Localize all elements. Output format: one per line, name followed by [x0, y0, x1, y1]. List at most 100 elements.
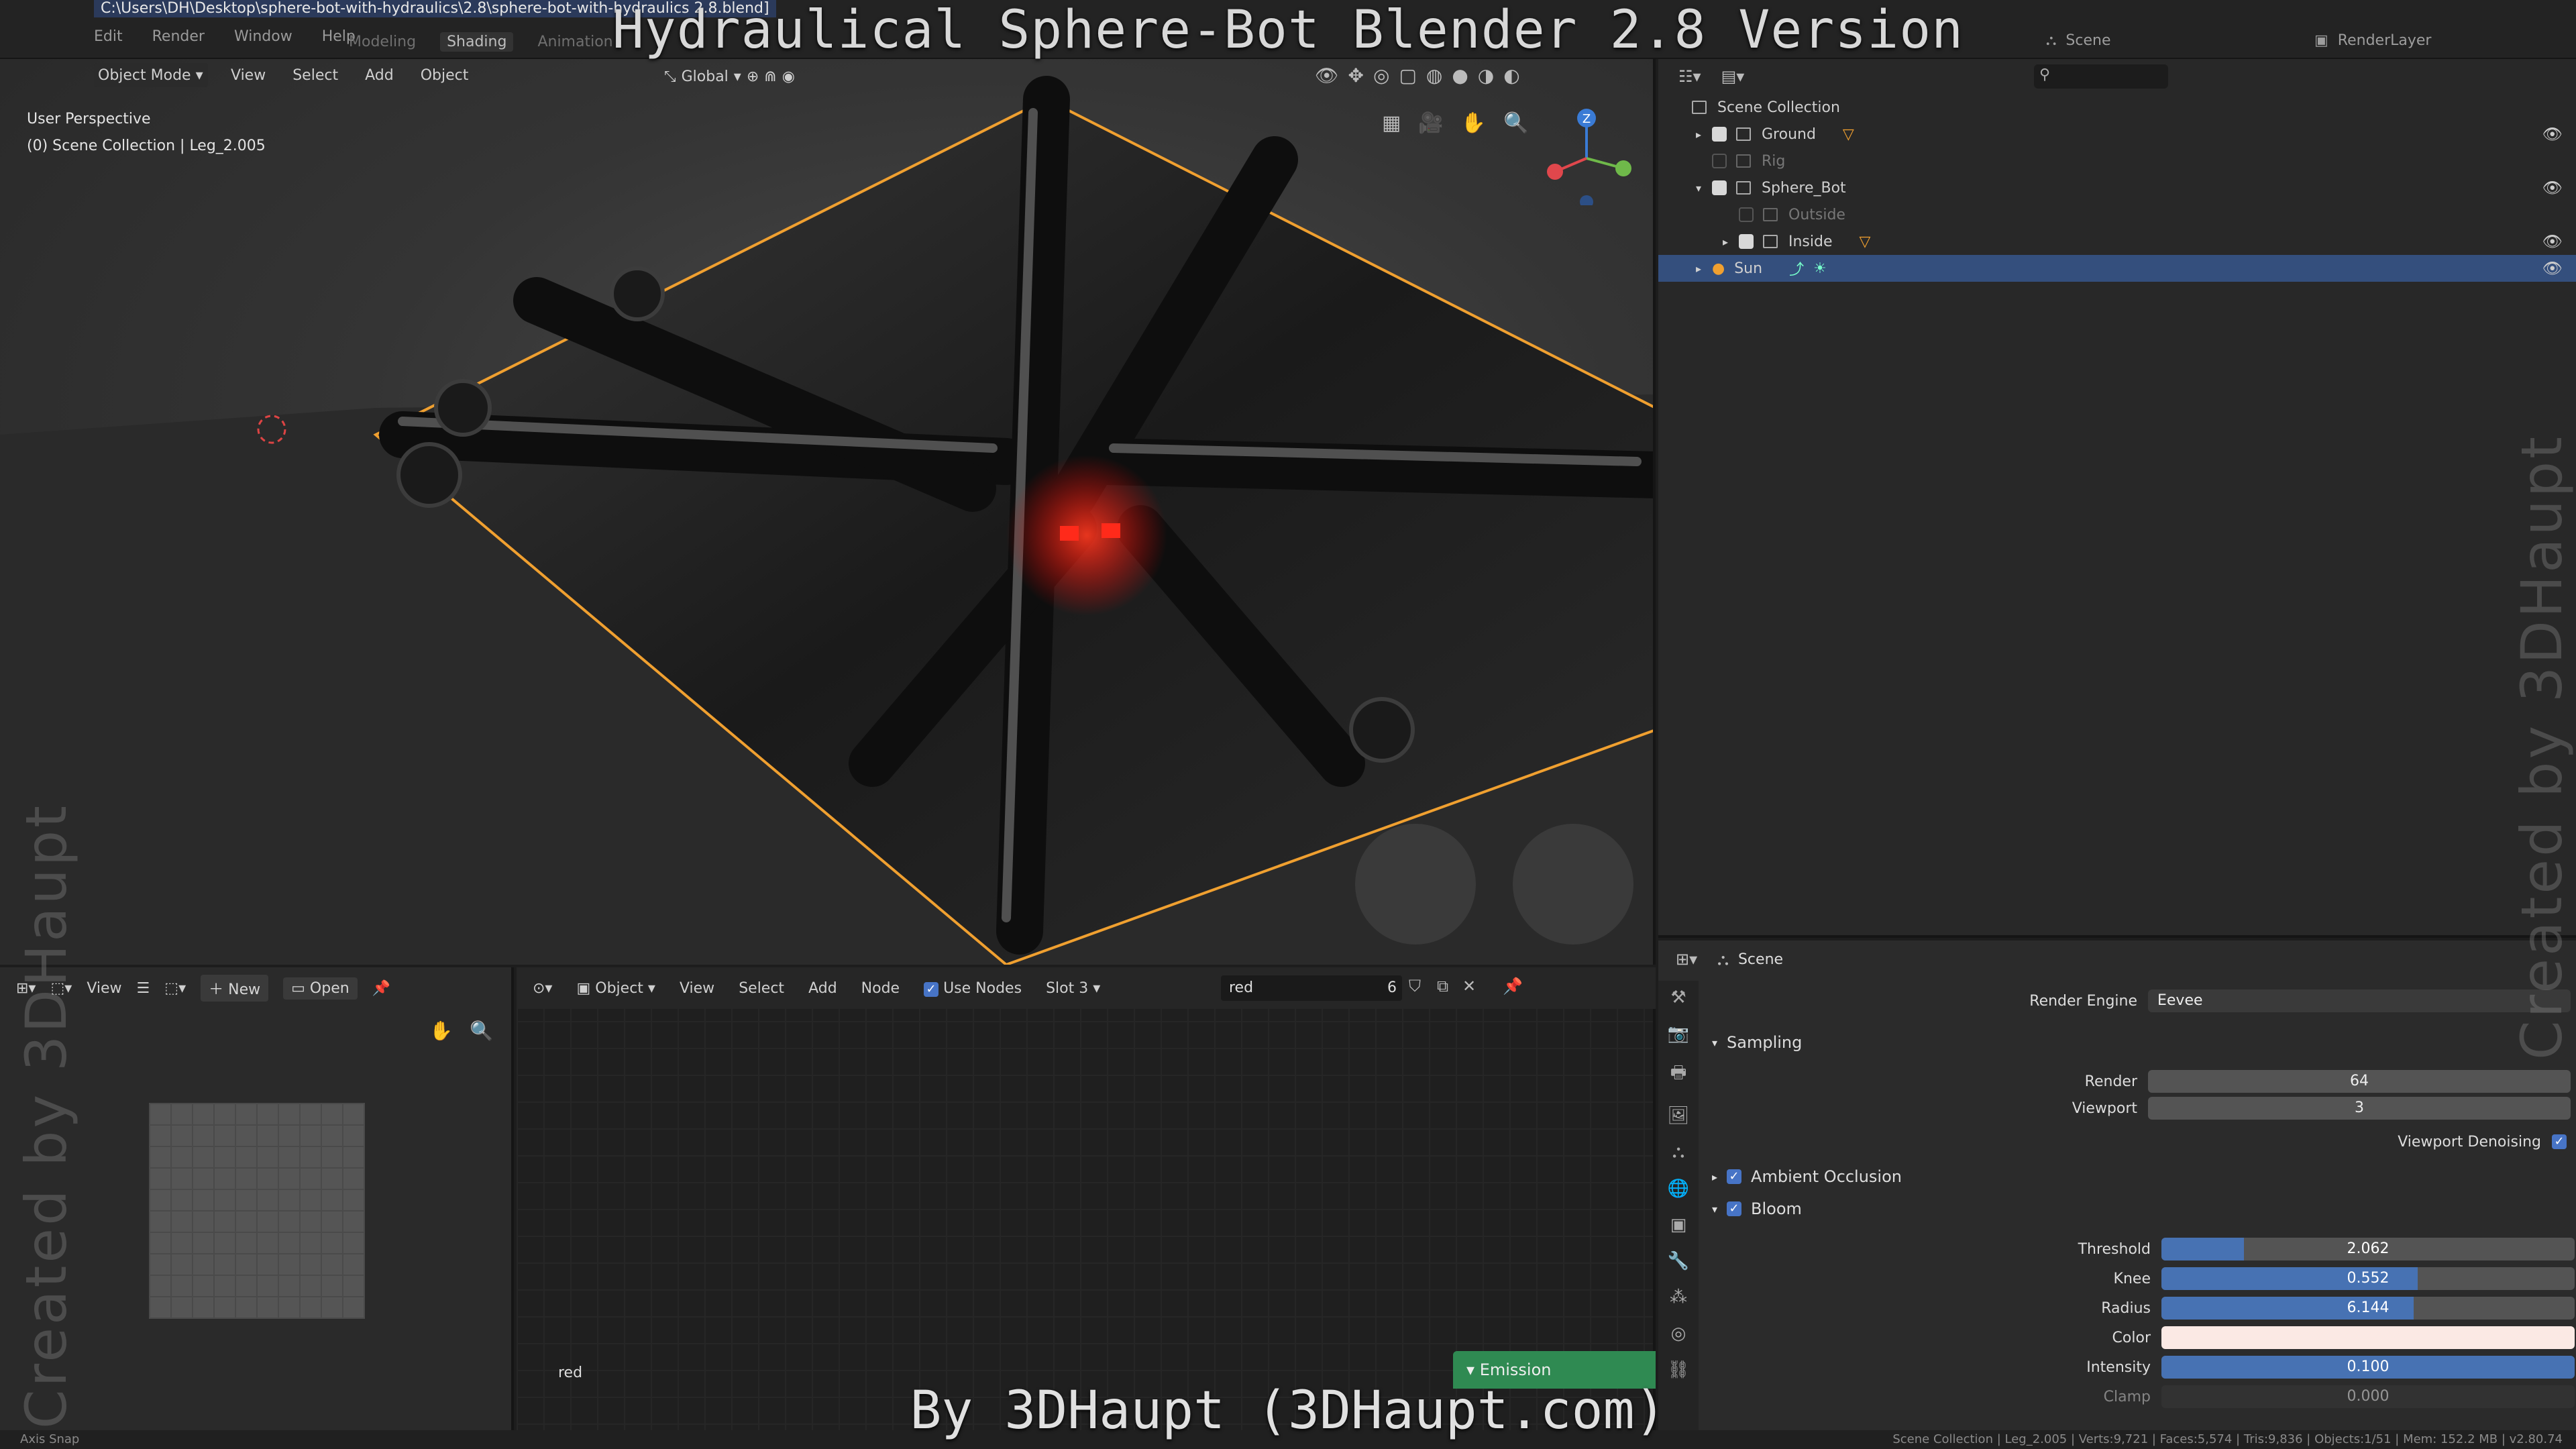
material-name-field[interactable]: red: [1221, 975, 1402, 1001]
radius-slider[interactable]: 6.144: [2161, 1297, 2575, 1320]
use-nodes-toggle[interactable]: ✓ Use Nodes: [924, 980, 1022, 997]
pivot-icon[interactable]: ⊕: [747, 68, 759, 85]
outliner[interactable]: ☷▾ ▤▾ ⚲ Scene Collection ▸ Ground ▽ 👁 Ri…: [1658, 59, 2576, 938]
display-mode-icon[interactable]: ▤▾: [1721, 67, 1745, 86]
pan-hand-icon[interactable]: ✋: [429, 1020, 453, 1042]
eye-icon[interactable]: 👁: [2542, 125, 2563, 144]
node-menu-add[interactable]: Add: [808, 980, 837, 997]
render-engine-dropdown[interactable]: Eevee: [2148, 989, 2571, 1012]
constraint-icon: ⤴: [1789, 262, 1805, 278]
viewport-menu-add[interactable]: Add: [365, 67, 394, 84]
node-menu-view[interactable]: View: [680, 980, 714, 997]
modifier-tab-icon[interactable]: 🔧: [1668, 1251, 1689, 1271]
solid-shading-icon[interactable]: ●: [1452, 64, 1468, 87]
transform-orientation[interactable]: ⤡ Global ▾ ⊕ ⋒ ◉: [664, 64, 795, 89]
wireframe-shading-icon[interactable]: ◍: [1426, 64, 1442, 87]
eye-icon[interactable]: 👁: [2542, 259, 2563, 278]
outliner-row-scene-collection[interactable]: Scene Collection: [1658, 94, 2576, 121]
outliner-row-sphere-bot[interactable]: ▾ Sphere_Bot 👁: [1658, 174, 2576, 201]
collapse-arrow-icon[interactable]: ▾: [1696, 182, 1712, 195]
zoom-icon[interactable]: 🔍: [1503, 111, 1528, 135]
outliner-row-ground[interactable]: ▸ Ground ▽ 👁: [1658, 121, 2576, 148]
sampling-panel-header[interactable]: ▾ Sampling: [1699, 1028, 2576, 1057]
ambient-occlusion-panel-header[interactable]: ▸ ✓ Ambient Occlusion: [1699, 1162, 2576, 1191]
include-checkbox[interactable]: [1712, 127, 1727, 142]
intensity-slider[interactable]: 0.100: [2161, 1356, 2575, 1379]
view-layer-tab-icon[interactable]: 🖼: [1667, 1106, 1689, 1126]
output-tab-icon[interactable]: 🖶: [1670, 1060, 1687, 1089]
hamburger-icon[interactable]: ☰: [137, 980, 150, 997]
xray-icon[interactable]: ▢: [1399, 64, 1416, 87]
tool-tab-icon[interactable]: ⚒: [1670, 987, 1686, 1008]
node-menu-node[interactable]: Node: [861, 980, 900, 997]
duplicate-icon[interactable]: ⧉: [1437, 977, 1448, 996]
axis-gizmo[interactable]: Z: [1536, 105, 1637, 205]
render-samples-field[interactable]: 64: [2148, 1070, 2571, 1093]
editor-type-icon[interactable]: ☷▾: [1678, 67, 1701, 86]
world-tab-icon[interactable]: 🌐: [1668, 1179, 1689, 1199]
node-menu-select[interactable]: Select: [739, 980, 784, 997]
viewport-samples-field[interactable]: 3: [2148, 1097, 2571, 1120]
collection-icon: [1763, 235, 1778, 248]
viewport-menu-select[interactable]: Select: [292, 67, 338, 84]
shader-node-editor[interactable]: ⊙▾ ▣ Object ▾ View Select Add Node ✓ Use…: [517, 967, 1656, 1430]
include-checkbox[interactable]: [1739, 207, 1754, 222]
outliner-search-input[interactable]: ⚲: [2034, 64, 2168, 89]
editor-type-icon[interactable]: ⊙▾: [533, 980, 552, 997]
viewport-denoising-checkbox[interactable]: ✓: [2552, 1134, 2567, 1149]
eye-icon[interactable]: 👁: [2542, 232, 2563, 251]
expand-arrow-icon[interactable]: ▸: [1696, 128, 1712, 141]
material-shading-icon[interactable]: ◑: [1478, 64, 1494, 87]
bloom-panel-header[interactable]: ▾ ✓ Bloom: [1699, 1194, 2576, 1224]
ambient-occlusion-checkbox[interactable]: ✓: [1727, 1169, 1742, 1184]
zoom-icon[interactable]: 🔍: [470, 1020, 493, 1042]
editor-type-icon[interactable]: ⊞▾: [1676, 950, 1697, 969]
scene-tab-icon[interactable]: ⛬: [1672, 1142, 1684, 1163]
snap-icon[interactable]: ⋒: [764, 68, 776, 85]
include-checkbox[interactable]: [1712, 154, 1727, 168]
knee-slider[interactable]: 0.552: [2161, 1267, 2575, 1290]
physics-tab-icon[interactable]: ◎: [1671, 1324, 1686, 1344]
object-mode-dropdown[interactable]: Object Mode ▾: [94, 63, 208, 87]
image-display-icon[interactable]: ⬚▾: [164, 980, 186, 997]
fake-user-shield-icon[interactable]: ⛉: [1409, 977, 1421, 996]
object-tab-icon[interactable]: ▣: [1670, 1215, 1687, 1235]
outliner-row-inside[interactable]: ▸ Inside ▽ 👁: [1658, 228, 2576, 255]
grid-icon[interactable]: ▦: [1382, 111, 1401, 135]
outliner-row-outside[interactable]: Outside: [1658, 201, 2576, 228]
render-tab-icon[interactable]: 📷: [1668, 1024, 1689, 1044]
pin-icon[interactable]: 📌: [372, 980, 390, 997]
rendered-shading-icon[interactable]: ◐: [1503, 64, 1519, 87]
close-icon[interactable]: ✕: [1462, 977, 1476, 996]
camera-icon[interactable]: 🎥: [1418, 111, 1443, 135]
3d-viewport[interactable]: Object Mode ▾ View Select Add Object ⤡ G…: [0, 59, 1656, 965]
gizmo-toggle-icon[interactable]: ✥: [1348, 64, 1364, 87]
pin-icon[interactable]: 📌: [1503, 977, 1523, 996]
expand-arrow-icon: ▸: [1712, 1170, 1718, 1183]
bloom-checkbox[interactable]: ✓: [1727, 1201, 1742, 1216]
object-type-dropdown[interactable]: ▣ Object ▾: [576, 980, 655, 997]
bloom-color-swatch[interactable]: [2161, 1326, 2575, 1349]
constraints-tab-icon[interactable]: ⛓: [1667, 1360, 1689, 1380]
viewport-menu-view[interactable]: View: [231, 67, 266, 84]
properties-header: ⊞▾ ⛬ Scene: [1658, 941, 2576, 978]
include-checkbox[interactable]: [1739, 234, 1754, 249]
pan-hand-icon[interactable]: ✋: [1461, 111, 1486, 135]
outliner-row-rig[interactable]: Rig: [1658, 148, 2576, 174]
particles-tab-icon[interactable]: ⁂: [1670, 1287, 1687, 1307]
slot-dropdown[interactable]: Slot 3 ▾: [1046, 980, 1100, 997]
include-checkbox[interactable]: [1712, 180, 1727, 195]
threshold-slider[interactable]: 2.062: [2161, 1238, 2575, 1260]
expand-arrow-icon[interactable]: ▸: [1696, 262, 1712, 275]
eye-icon[interactable]: 👁: [2542, 178, 2563, 197]
new-image-button[interactable]: ＋ New: [201, 975, 269, 1002]
outliner-row-sun[interactable]: ▸ ● Sun ⤴ ☀ 👁: [1658, 255, 2576, 282]
overlay-icon[interactable]: ◎: [1373, 64, 1389, 87]
image-view-menu[interactable]: View: [87, 980, 121, 997]
expand-arrow-icon[interactable]: ▸: [1723, 235, 1739, 248]
proportional-edit-icon[interactable]: ◉: [782, 68, 795, 85]
viewport-menu-object[interactable]: Object: [421, 67, 469, 84]
properties-editor[interactable]: ⊞▾ ⛬ Scene ⚒ 📷 🖶 🖼 ⛬ 🌐 ▣ 🔧 ⁂ ◎ ⛓ Render …: [1658, 941, 2576, 1430]
visibility-icon[interactable]: 👁: [1315, 64, 1339, 87]
open-image-button[interactable]: ▭ Open: [283, 977, 358, 1000]
